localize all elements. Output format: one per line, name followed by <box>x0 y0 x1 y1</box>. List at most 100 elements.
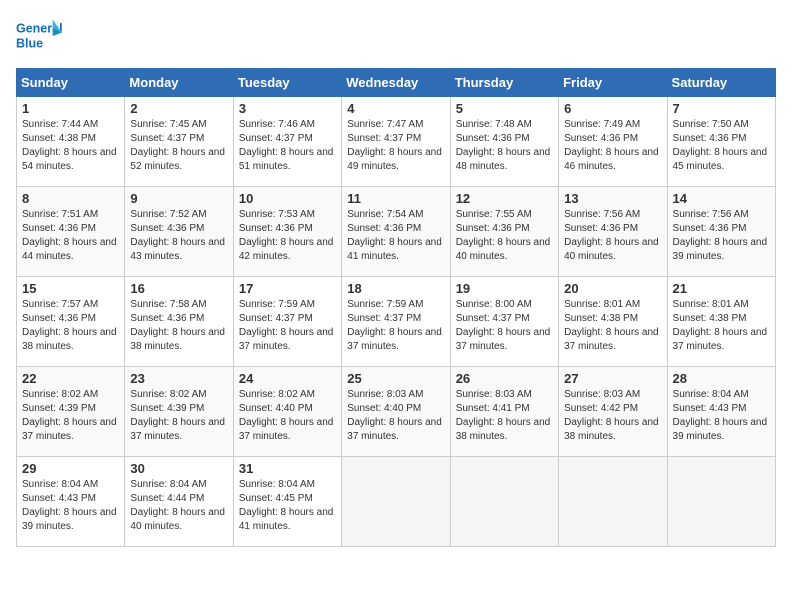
header-row: SundayMondayTuesdayWednesdayThursdayFrid… <box>17 69 776 97</box>
col-header-sunday: Sunday <box>17 69 125 97</box>
day-info: Sunrise: 7:59 AM Sunset: 4:37 PM Dayligh… <box>347 298 444 354</box>
day-info: Sunrise: 8:04 AM Sunset: 4:43 PM Dayligh… <box>673 388 770 444</box>
day-info: Sunrise: 8:02 AM Sunset: 4:40 PM Dayligh… <box>239 388 336 444</box>
col-header-tuesday: Tuesday <box>233 69 341 97</box>
week-row-2: 8 Sunrise: 7:51 AM Sunset: 4:36 PM Dayli… <box>17 187 776 277</box>
col-header-friday: Friday <box>559 69 667 97</box>
calendar-cell <box>667 457 775 547</box>
calendar-cell: 10 Sunrise: 7:53 AM Sunset: 4:36 PM Dayl… <box>233 187 341 277</box>
calendar-cell: 11 Sunrise: 7:54 AM Sunset: 4:36 PM Dayl… <box>342 187 450 277</box>
calendar-cell: 13 Sunrise: 7:56 AM Sunset: 4:36 PM Dayl… <box>559 187 667 277</box>
day-info: Sunrise: 8:04 AM Sunset: 4:44 PM Dayligh… <box>130 478 227 534</box>
day-number: 20 <box>564 281 661 296</box>
calendar-cell: 30 Sunrise: 8:04 AM Sunset: 4:44 PM Dayl… <box>125 457 233 547</box>
day-info: Sunrise: 7:47 AM Sunset: 4:37 PM Dayligh… <box>347 118 444 174</box>
day-number: 13 <box>564 191 661 206</box>
day-info: Sunrise: 7:48 AM Sunset: 4:36 PM Dayligh… <box>456 118 553 174</box>
header: General Blue <box>16 16 776 56</box>
calendar-cell: 5 Sunrise: 7:48 AM Sunset: 4:36 PM Dayli… <box>450 97 558 187</box>
calendar-cell: 16 Sunrise: 7:58 AM Sunset: 4:36 PM Dayl… <box>125 277 233 367</box>
calendar-cell: 4 Sunrise: 7:47 AM Sunset: 4:37 PM Dayli… <box>342 97 450 187</box>
calendar-cell: 31 Sunrise: 8:04 AM Sunset: 4:45 PM Dayl… <box>233 457 341 547</box>
week-row-5: 29 Sunrise: 8:04 AM Sunset: 4:43 PM Dayl… <box>17 457 776 547</box>
calendar-cell: 28 Sunrise: 8:04 AM Sunset: 4:43 PM Dayl… <box>667 367 775 457</box>
calendar-cell: 7 Sunrise: 7:50 AM Sunset: 4:36 PM Dayli… <box>667 97 775 187</box>
calendar-cell: 9 Sunrise: 7:52 AM Sunset: 4:36 PM Dayli… <box>125 187 233 277</box>
week-row-3: 15 Sunrise: 7:57 AM Sunset: 4:36 PM Dayl… <box>17 277 776 367</box>
day-info: Sunrise: 7:49 AM Sunset: 4:36 PM Dayligh… <box>564 118 661 174</box>
calendar-cell: 12 Sunrise: 7:55 AM Sunset: 4:36 PM Dayl… <box>450 187 558 277</box>
day-number: 5 <box>456 101 553 116</box>
day-number: 7 <box>673 101 770 116</box>
day-info: Sunrise: 7:45 AM Sunset: 4:37 PM Dayligh… <box>130 118 227 174</box>
calendar-cell: 19 Sunrise: 8:00 AM Sunset: 4:37 PM Dayl… <box>450 277 558 367</box>
week-row-4: 22 Sunrise: 8:02 AM Sunset: 4:39 PM Dayl… <box>17 367 776 457</box>
day-number: 14 <box>673 191 770 206</box>
day-info: Sunrise: 7:59 AM Sunset: 4:37 PM Dayligh… <box>239 298 336 354</box>
day-number: 1 <box>22 101 119 116</box>
calendar-cell: 22 Sunrise: 8:02 AM Sunset: 4:39 PM Dayl… <box>17 367 125 457</box>
calendar-cell: 14 Sunrise: 7:56 AM Sunset: 4:36 PM Dayl… <box>667 187 775 277</box>
day-info: Sunrise: 7:46 AM Sunset: 4:37 PM Dayligh… <box>239 118 336 174</box>
calendar-cell: 2 Sunrise: 7:45 AM Sunset: 4:37 PM Dayli… <box>125 97 233 187</box>
day-number: 24 <box>239 371 336 386</box>
calendar-cell: 21 Sunrise: 8:01 AM Sunset: 4:38 PM Dayl… <box>667 277 775 367</box>
day-number: 16 <box>130 281 227 296</box>
day-info: Sunrise: 7:53 AM Sunset: 4:36 PM Dayligh… <box>239 208 336 264</box>
day-number: 6 <box>564 101 661 116</box>
day-number: 17 <box>239 281 336 296</box>
week-row-1: 1 Sunrise: 7:44 AM Sunset: 4:38 PM Dayli… <box>17 97 776 187</box>
day-number: 28 <box>673 371 770 386</box>
day-number: 4 <box>347 101 444 116</box>
calendar-cell: 18 Sunrise: 7:59 AM Sunset: 4:37 PM Dayl… <box>342 277 450 367</box>
col-header-monday: Monday <box>125 69 233 97</box>
calendar-cell: 25 Sunrise: 8:03 AM Sunset: 4:40 PM Dayl… <box>342 367 450 457</box>
day-info: Sunrise: 8:02 AM Sunset: 4:39 PM Dayligh… <box>22 388 119 444</box>
logo: General Blue <box>16 16 66 56</box>
day-number: 31 <box>239 461 336 476</box>
day-number: 12 <box>456 191 553 206</box>
day-number: 9 <box>130 191 227 206</box>
calendar-table: SundayMondayTuesdayWednesdayThursdayFrid… <box>16 68 776 547</box>
day-info: Sunrise: 7:51 AM Sunset: 4:36 PM Dayligh… <box>22 208 119 264</box>
day-info: Sunrise: 7:56 AM Sunset: 4:36 PM Dayligh… <box>673 208 770 264</box>
col-header-thursday: Thursday <box>450 69 558 97</box>
calendar-cell: 15 Sunrise: 7:57 AM Sunset: 4:36 PM Dayl… <box>17 277 125 367</box>
calendar-cell: 1 Sunrise: 7:44 AM Sunset: 4:38 PM Dayli… <box>17 97 125 187</box>
calendar-cell: 17 Sunrise: 7:59 AM Sunset: 4:37 PM Dayl… <box>233 277 341 367</box>
calendar-cell <box>450 457 558 547</box>
day-number: 22 <box>22 371 119 386</box>
day-info: Sunrise: 8:04 AM Sunset: 4:43 PM Dayligh… <box>22 478 119 534</box>
col-header-saturday: Saturday <box>667 69 775 97</box>
day-number: 27 <box>564 371 661 386</box>
calendar-cell: 26 Sunrise: 8:03 AM Sunset: 4:41 PM Dayl… <box>450 367 558 457</box>
day-number: 26 <box>456 371 553 386</box>
day-info: Sunrise: 8:01 AM Sunset: 4:38 PM Dayligh… <box>564 298 661 354</box>
day-info: Sunrise: 7:56 AM Sunset: 4:36 PM Dayligh… <box>564 208 661 264</box>
day-info: Sunrise: 7:44 AM Sunset: 4:38 PM Dayligh… <box>22 118 119 174</box>
day-info: Sunrise: 8:03 AM Sunset: 4:41 PM Dayligh… <box>456 388 553 444</box>
calendar-cell: 20 Sunrise: 8:01 AM Sunset: 4:38 PM Dayl… <box>559 277 667 367</box>
day-info: Sunrise: 8:02 AM Sunset: 4:39 PM Dayligh… <box>130 388 227 444</box>
day-info: Sunrise: 7:50 AM Sunset: 4:36 PM Dayligh… <box>673 118 770 174</box>
day-info: Sunrise: 7:55 AM Sunset: 4:36 PM Dayligh… <box>456 208 553 264</box>
day-info: Sunrise: 8:01 AM Sunset: 4:38 PM Dayligh… <box>673 298 770 354</box>
calendar-cell: 24 Sunrise: 8:02 AM Sunset: 4:40 PM Dayl… <box>233 367 341 457</box>
day-number: 19 <box>456 281 553 296</box>
day-number: 15 <box>22 281 119 296</box>
day-number: 2 <box>130 101 227 116</box>
logo-svg: General Blue <box>16 16 66 56</box>
col-header-wednesday: Wednesday <box>342 69 450 97</box>
svg-text:Blue: Blue <box>16 37 43 51</box>
calendar-cell <box>559 457 667 547</box>
calendar-cell: 8 Sunrise: 7:51 AM Sunset: 4:36 PM Dayli… <box>17 187 125 277</box>
day-info: Sunrise: 8:03 AM Sunset: 4:42 PM Dayligh… <box>564 388 661 444</box>
day-number: 29 <box>22 461 119 476</box>
day-info: Sunrise: 8:00 AM Sunset: 4:37 PM Dayligh… <box>456 298 553 354</box>
day-number: 23 <box>130 371 227 386</box>
day-info: Sunrise: 8:04 AM Sunset: 4:45 PM Dayligh… <box>239 478 336 534</box>
day-info: Sunrise: 8:03 AM Sunset: 4:40 PM Dayligh… <box>347 388 444 444</box>
calendar-cell: 3 Sunrise: 7:46 AM Sunset: 4:37 PM Dayli… <box>233 97 341 187</box>
day-number: 21 <box>673 281 770 296</box>
day-info: Sunrise: 7:58 AM Sunset: 4:36 PM Dayligh… <box>130 298 227 354</box>
